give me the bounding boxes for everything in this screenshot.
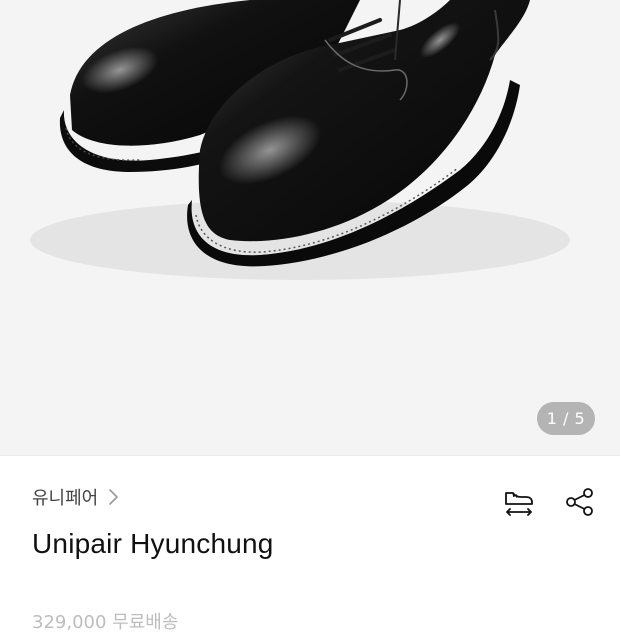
share-button[interactable] (562, 484, 598, 520)
product-actions (500, 484, 598, 520)
product-title: Unipair Hyunchung (32, 528, 274, 559)
product-image-gallery[interactable]: 1 / 5 (0, 0, 620, 455)
product-image (30, 0, 570, 280)
chevron-right-icon (109, 489, 119, 505)
size-guide-button[interactable] (500, 484, 536, 520)
section-divider (0, 455, 620, 456)
shoe-size-icon (505, 492, 533, 516)
image-page-indicator: 1 / 5 (537, 402, 595, 435)
price-row: 329,000 무료배송 (32, 612, 179, 633)
brand-name: 유니페어 (32, 488, 99, 509)
share-icon (566, 488, 593, 516)
brand-link[interactable]: 유니페어 (32, 484, 120, 510)
